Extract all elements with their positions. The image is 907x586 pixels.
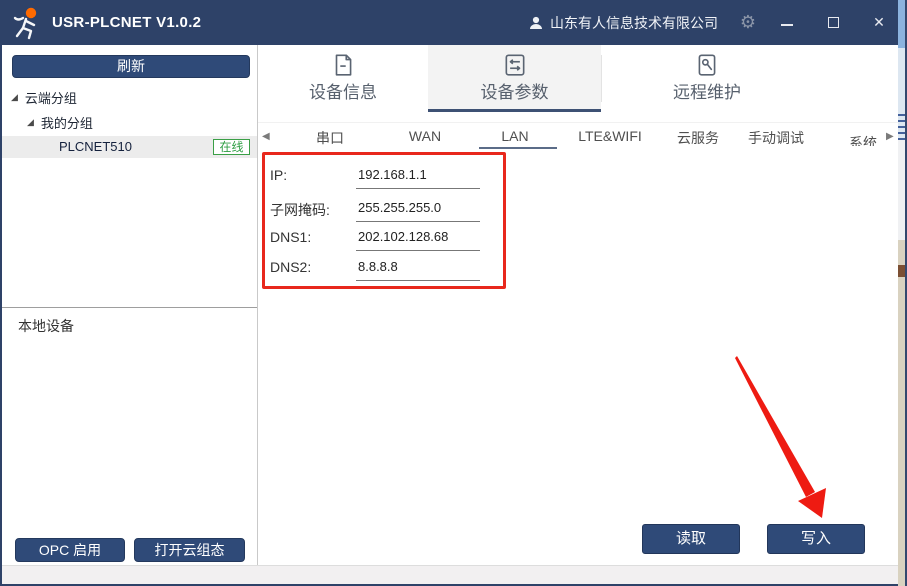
tab-label-remote-maintenance: 远程维护: [601, 78, 813, 103]
tree-label-my-group: 我的分组: [41, 113, 93, 132]
subtab-cloud-service[interactable]: 云服务: [677, 128, 719, 148]
main-content: 设备信息 设备参数 远程维护: [258, 45, 898, 565]
settings-gear-icon[interactable]: ⚙: [736, 0, 760, 45]
selected-tab-underline: [428, 109, 601, 112]
form-row-dns2: DNS2:: [270, 255, 500, 281]
read-button[interactable]: 读取: [642, 524, 740, 554]
minimize-icon: [781, 24, 793, 26]
minimize-button[interactable]: [770, 0, 804, 45]
usr-logo-icon: [10, 5, 46, 41]
tree-label-cloud-group: 云端分组: [25, 88, 77, 107]
expander-icon[interactable]: ◢: [27, 118, 34, 127]
desktop-strip-blob: [898, 265, 905, 277]
window-border-left: [0, 0, 2, 586]
subnet-mask-label: 子网掩码:: [270, 200, 330, 220]
tab-remote-maintenance[interactable]: 远程维护: [601, 45, 813, 112]
sidebar-divider: [2, 307, 257, 308]
status-badge-online: 在线: [213, 139, 250, 155]
app-window: USR-PLCNET V1.0.2 山东有人信息技术有限公司 ⚙ ✕ 刷新 ◢ …: [0, 0, 907, 586]
form-row-dns1: DNS1:: [270, 225, 500, 251]
close-button[interactable]: ✕: [862, 0, 896, 45]
subtab-lan[interactable]: LAN: [501, 128, 528, 144]
user-icon: [528, 15, 544, 31]
form-row-ip: IP:: [270, 163, 500, 189]
sliders-icon: [502, 52, 528, 78]
desktop-strip-light: [898, 48, 905, 140]
dns1-field[interactable]: [356, 225, 480, 251]
opc-enable-button[interactable]: OPC 启用: [15, 538, 125, 562]
subtab-scroll-right-icon[interactable]: ▶: [886, 131, 894, 142]
tab-label-device-info: 设备信息: [258, 78, 428, 103]
tree-item-device-plcnet510[interactable]: PLCNET510 在线: [2, 136, 257, 158]
desktop-background-strip: [898, 0, 907, 586]
sidebar: 刷新 ◢ 云端分组 ◢ 我的分组 PLCNET510 在线 本地设备 OPC 启…: [0, 45, 258, 565]
subtab-bar: ◀ 串口 WAN LAN LTE&WIFI 云服务 手动调试 系统 ▶: [258, 122, 898, 150]
footer-strip: [0, 565, 898, 584]
open-cloud-scada-button[interactable]: 打开云组态: [134, 538, 245, 562]
maximize-icon: [828, 17, 839, 28]
titlebar: USR-PLCNET V1.0.2 山东有人信息技术有限公司 ⚙ ✕: [0, 0, 898, 45]
dns2-label: DNS2:: [270, 259, 311, 275]
desktop-strip-blue: [898, 0, 905, 48]
local-devices-label: 本地设备: [18, 316, 74, 336]
desktop-strip-text-marks: [898, 114, 905, 140]
subtab-scroll-left-icon[interactable]: ◀: [262, 131, 270, 142]
form-row-subnet: 子网掩码:: [270, 196, 500, 222]
dns1-label: DNS1:: [270, 229, 311, 245]
write-button[interactable]: 写入: [767, 524, 865, 554]
device-name: PLCNET510: [59, 139, 132, 154]
subtab-serial[interactable]: 串口: [316, 128, 344, 148]
subtab-manual-debug[interactable]: 手动调试: [748, 128, 804, 148]
wrench-icon: [694, 52, 720, 78]
tab-device-info[interactable]: 设备信息: [258, 45, 428, 112]
tree-item-cloud-group[interactable]: ◢ 云端分组: [11, 88, 77, 107]
ip-label: IP:: [270, 167, 287, 183]
maximize-button[interactable]: [816, 0, 850, 45]
ip-field[interactable]: [356, 163, 480, 189]
tree-item-my-group[interactable]: ◢ 我的分组: [27, 113, 93, 132]
subtab-system[interactable]: 系统: [849, 133, 877, 146]
subnet-mask-field[interactable]: [356, 196, 480, 222]
desktop-strip-beige: [898, 240, 905, 586]
account-name: 山东有人信息技术有限公司: [550, 13, 718, 33]
refresh-button[interactable]: 刷新: [12, 55, 250, 78]
tab-device-params[interactable]: 设备参数: [428, 45, 601, 112]
expander-icon[interactable]: ◢: [11, 93, 18, 102]
desktop-strip-white: [898, 140, 905, 240]
subtab-lte-wifi[interactable]: LTE&WIFI: [578, 128, 642, 144]
tab-label-device-params: 设备参数: [428, 78, 601, 103]
dns2-field[interactable]: [356, 255, 480, 281]
app-title: USR-PLCNET V1.0.2: [52, 0, 201, 45]
selected-subtab-underline: [479, 147, 557, 149]
subtab-wan[interactable]: WAN: [409, 128, 441, 144]
document-icon: [330, 52, 356, 78]
account-info[interactable]: 山东有人信息技术有限公司: [528, 0, 718, 45]
